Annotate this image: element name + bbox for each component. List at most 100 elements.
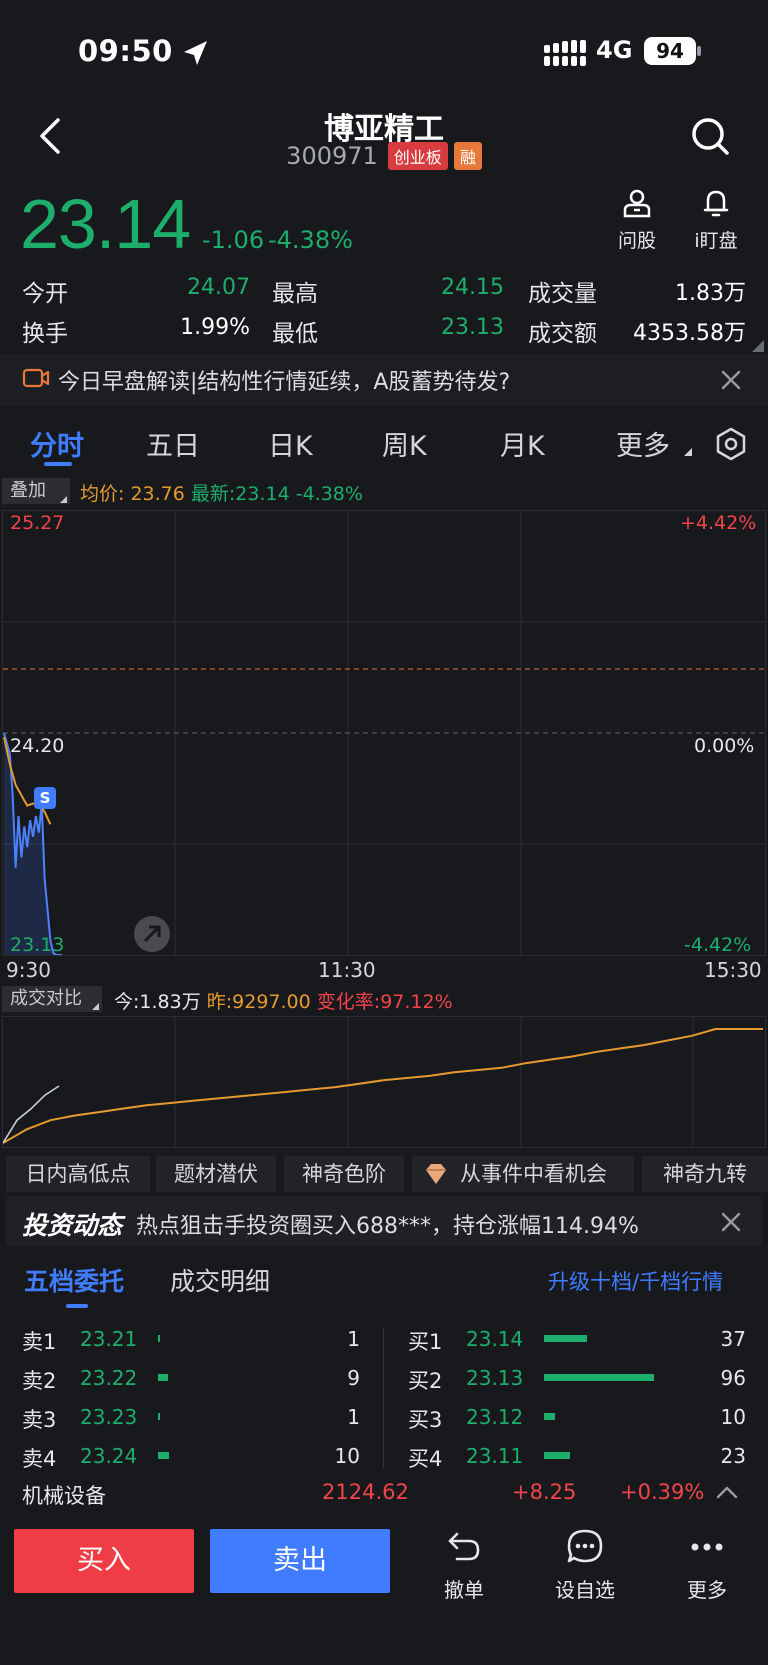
- sector-change-pct: +0.39%: [620, 1480, 705, 1504]
- bid-4-qty: 23: [720, 1444, 746, 1468]
- sector-name[interactable]: 机械设备: [22, 1480, 106, 1510]
- tab-five-day[interactable]: 五日: [146, 424, 200, 463]
- intraday-chart[interactable]: [2, 510, 766, 956]
- ask-2-label: 卖2: [22, 1369, 57, 1393]
- bid-1-price: 23.14: [466, 1327, 524, 1351]
- sell-button[interactable]: 卖出: [210, 1529, 390, 1593]
- undo-icon: [448, 1532, 480, 1561]
- sector-value: 2124.62: [322, 1480, 409, 1504]
- volume-dropdown-icon: [92, 1003, 99, 1010]
- turnover-label: 换手: [22, 321, 68, 347]
- avg-price-label: 均价: 23.76: [80, 483, 185, 505]
- fullscreen-button[interactable]: [134, 916, 170, 952]
- watch-label: i盯盘: [694, 230, 738, 252]
- ask-3-qty: 1: [347, 1405, 360, 1429]
- ask-4-qty: 10: [334, 1444, 360, 1468]
- tab-trade-details[interactable]: 成交明细: [170, 1262, 270, 1298]
- tab-five-level[interactable]: 五档委托: [24, 1262, 124, 1298]
- news-text[interactable]: 今日早盘解读|结构性行情延续，A股蓄势待发?: [58, 364, 510, 396]
- ask-4-bar: [158, 1452, 169, 1459]
- cellular-signal-icon: [544, 40, 586, 66]
- person-icon: [623, 189, 651, 218]
- ask-stock-label: 问股: [617, 230, 656, 252]
- chart-grid: [3, 511, 765, 955]
- volume-legend: 今:1.83万 昨:9297.00 变化率:97.12%: [114, 987, 453, 1014]
- search-icon[interactable]: [690, 116, 730, 156]
- low-value: 23.13: [441, 315, 504, 340]
- tab-monthly-k[interactable]: 月K: [500, 424, 545, 463]
- close-invest-icon[interactable]: [720, 1211, 742, 1233]
- battery-cap: [697, 46, 701, 56]
- amount-label: 成交额: [528, 321, 597, 347]
- intraday-chart-svg: [3, 511, 765, 956]
- amount-value: 4353.58万: [633, 321, 746, 346]
- yesterday-volume-line: [2, 1028, 763, 1144]
- invest-text[interactable]: 热点狙击手投资圈买入688***，持仓涨幅114.94%: [136, 1208, 639, 1240]
- settings-icon[interactable]: [714, 427, 748, 461]
- cancel-order-label: 撤单: [444, 1578, 484, 1602]
- diamond-icon: [426, 1164, 446, 1184]
- chip-intraday-high-low[interactable]: 日内高低点: [6, 1156, 150, 1192]
- chat-dots-icon: [567, 1529, 603, 1563]
- ask-1-price: 23.21: [80, 1327, 138, 1351]
- bid-4-price: 23.11: [466, 1444, 524, 1468]
- ask-3-bar: [158, 1413, 160, 1420]
- tab-more[interactable]: 更多: [616, 424, 670, 463]
- price-change-percent: -4.38%: [268, 226, 353, 254]
- ask-1-qty: 1: [347, 1327, 360, 1351]
- expand-icon: [143, 925, 161, 943]
- volume-change-rate: 变化率:97.12%: [316, 991, 453, 1013]
- upgrade-depth-link[interactable]: 升级十档/千档行情: [548, 1266, 723, 1296]
- volume-compare-button[interactable]: 成交对比: [2, 986, 102, 1012]
- add-watchlist-button[interactable]: 设自选: [545, 1528, 625, 1603]
- high-label: 最高: [272, 281, 318, 307]
- ask-2-qty: 9: [347, 1366, 360, 1390]
- turnover-value: 1.99%: [180, 315, 250, 340]
- add-watchlist-label: 设自选: [555, 1578, 615, 1602]
- invest-title: 投资动态: [22, 1211, 123, 1240]
- tab-intraday[interactable]: 分时: [30, 424, 84, 463]
- bell-icon: [703, 190, 729, 217]
- signal-marker[interactable]: S: [34, 787, 56, 809]
- location-arrow-icon: [184, 41, 207, 65]
- ask-4-price: 23.24: [80, 1444, 138, 1468]
- chip-magic-nine[interactable]: 神奇九转: [642, 1156, 768, 1192]
- bid-2-bar: [544, 1374, 654, 1381]
- buy-button[interactable]: 买入: [14, 1529, 194, 1593]
- yesterday-volume: 昨:9297.00: [206, 991, 311, 1013]
- time-end: 15:30: [704, 958, 762, 982]
- tab-weekly-k[interactable]: 周K: [382, 424, 427, 463]
- latest-price-label: 最新:23.14 -4.38%: [190, 483, 363, 505]
- stock-code-row: 300971 创业板 融: [0, 142, 768, 170]
- watch-button[interactable]: i盯盘: [686, 188, 746, 253]
- more-actions-button[interactable]: 更多: [667, 1528, 747, 1603]
- more-dropdown-icon: [684, 448, 692, 456]
- volume-compare-chart[interactable]: [2, 1016, 766, 1148]
- y-axis-high: 25.27: [10, 512, 65, 534]
- ask-2-price: 23.22: [80, 1366, 138, 1390]
- tab-underline: [44, 462, 72, 466]
- ask-stock-button[interactable]: 问股: [612, 188, 662, 253]
- expand-corner-icon[interactable]: [752, 340, 764, 352]
- bid-3-bar: [544, 1413, 555, 1420]
- chip-theme-ambush[interactable]: 题材潜伏: [156, 1156, 276, 1192]
- bid-1-bar: [544, 1335, 587, 1342]
- current-price: 23.14: [20, 185, 191, 263]
- bid-4-label: 买4: [408, 1447, 443, 1471]
- chevron-up-icon[interactable]: [716, 1484, 738, 1500]
- volume-value: 1.83万: [675, 281, 746, 306]
- tab-daily-k[interactable]: 日K: [268, 424, 313, 463]
- bid-2-qty: 96: [720, 1366, 746, 1390]
- cancel-order-button[interactable]: 撤单: [424, 1528, 504, 1603]
- open-value: 24.07: [187, 275, 250, 300]
- ask-2-bar: [158, 1374, 168, 1381]
- status-time: 09:50: [78, 34, 173, 68]
- ask-1-bar: [158, 1335, 160, 1342]
- chip-magic-color[interactable]: 神奇色阶: [284, 1156, 404, 1192]
- close-news-icon[interactable]: [720, 369, 742, 391]
- margin-tag: 融: [453, 142, 482, 170]
- low-label: 最低: [272, 321, 318, 347]
- time-start: 9:30: [6, 958, 51, 982]
- orderbook-tab-underline: [66, 1304, 88, 1308]
- pct-axis-high: +4.42%: [680, 512, 757, 534]
